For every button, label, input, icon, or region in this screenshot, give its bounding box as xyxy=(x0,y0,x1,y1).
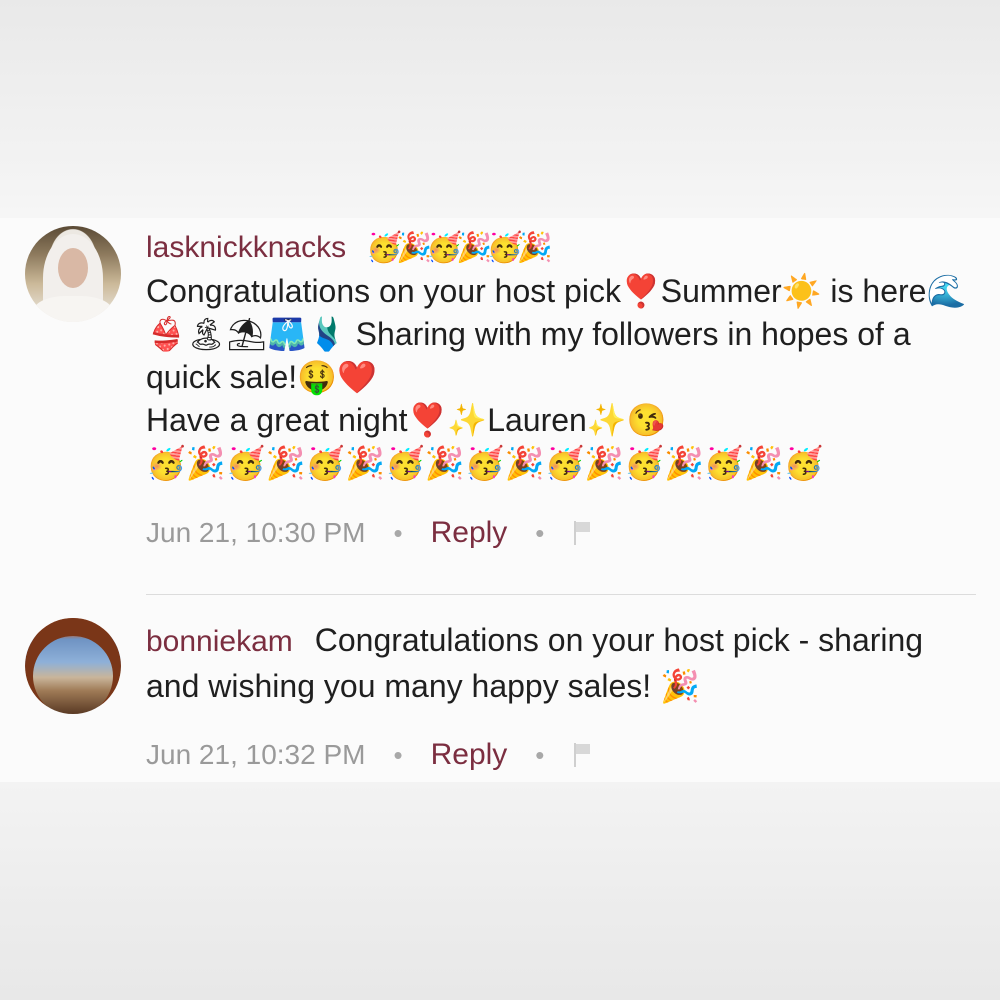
avatar-arch xyxy=(25,618,121,714)
separator-dot: • xyxy=(393,739,403,770)
separator-dot: • xyxy=(535,739,545,770)
timestamp: Jun 21, 10:30 PM xyxy=(146,517,366,548)
avatar[interactable] xyxy=(25,618,121,714)
comment-meta: Jun 21, 10:32 PM • Reply • xyxy=(146,738,592,772)
username-emoji: 🥳🎉🥳🎉🥳🎉 xyxy=(366,232,553,264)
comment-divider xyxy=(146,594,976,595)
avatar[interactable] xyxy=(25,226,121,322)
comment-item: lasknickknacks 🥳🎉🥳🎉🥳🎉 Congratulations on … xyxy=(0,226,1000,571)
separator-dot: • xyxy=(393,517,403,548)
username-link[interactable]: bonniekam xyxy=(146,625,293,658)
avatar-shirt xyxy=(33,296,113,322)
separator-dot: • xyxy=(535,517,545,548)
reply-link[interactable]: Reply xyxy=(431,738,508,772)
flag-icon[interactable] xyxy=(572,743,592,767)
comments-panel: lasknickknacks 🥳🎉🥳🎉🥳🎉 Congratulations on … xyxy=(0,218,1000,782)
comment-text-line: bonniekam Congratulations on your host pi… xyxy=(146,618,966,708)
timestamp: Jun 21, 10:32 PM xyxy=(146,739,366,770)
blurred-background-bottom xyxy=(0,782,1000,1000)
avatar-face xyxy=(58,248,88,288)
username-link[interactable]: lasknickknacks xyxy=(146,231,346,264)
comment-text: Congratulations on your host pick❣️Summe… xyxy=(146,273,967,481)
blurred-background-top xyxy=(0,0,1000,218)
comment-item: bonniekam Congratulations on your host pi… xyxy=(0,618,1000,782)
comment-meta: Jun 21, 10:30 PM • Reply • xyxy=(146,516,592,550)
reply-link[interactable]: Reply xyxy=(431,516,508,550)
username-line: lasknickknacks 🥳🎉🥳🎉🥳🎉 xyxy=(146,226,553,270)
flag-icon[interactable] xyxy=(572,521,592,545)
